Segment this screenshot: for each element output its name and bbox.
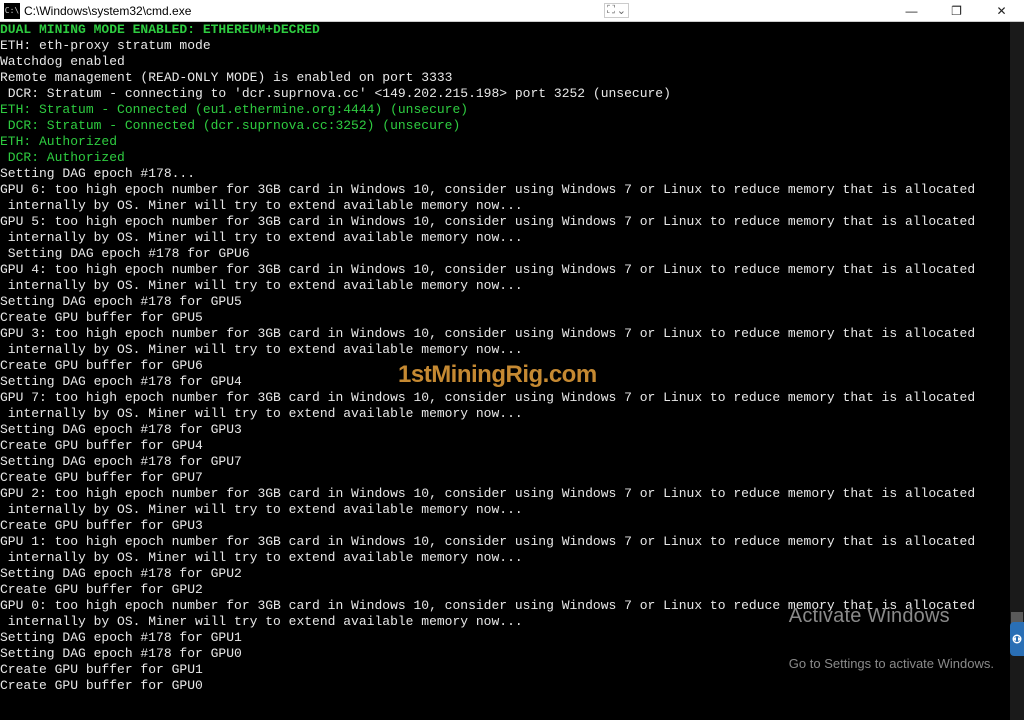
terminal-line: Setting DAG epoch #178... <box>0 166 1024 182</box>
app-icon: C:\ <box>4 3 20 19</box>
chevron-down-icon: ⌄ <box>617 4 626 17</box>
terminal-line: GPU 1: too high epoch number for 3GB car… <box>0 534 1024 566</box>
minimize-button[interactable]: — <box>889 0 934 22</box>
terminal-line: Create GPU buffer for GPU4 <box>0 438 1024 454</box>
terminal-line: DCR: Stratum - Connected (dcr.suprnova.c… <box>0 118 1024 134</box>
terminal-line: Create GPU buffer for GPU7 <box>0 470 1024 486</box>
title-bar[interactable]: C:\ C:\Windows\system32\cmd.exe ⛶ ⌄ — ❐ … <box>0 0 1024 22</box>
terminal-line: ETH: eth-proxy stratum mode <box>0 38 1024 54</box>
close-button[interactable]: ✕ <box>979 0 1024 22</box>
window-buttons: — ❐ ✕ <box>889 0 1024 22</box>
maximize-button[interactable]: ❐ <box>934 0 979 22</box>
terminal-line: GPU 3: too high epoch number for 3GB car… <box>0 326 1024 358</box>
terminal-line: Setting DAG epoch #178 for GPU5 <box>0 294 1024 310</box>
terminal-line: DUAL MINING MODE ENABLED: ETHEREUM+DECRE… <box>0 22 1024 38</box>
cmd-window: C:\ C:\Windows\system32\cmd.exe ⛶ ⌄ — ❐ … <box>0 0 1024 720</box>
terminal-line: GPU 5: too high epoch number for 3GB car… <box>0 214 1024 246</box>
terminal-line: Setting DAG epoch #178 for GPU3 <box>0 422 1024 438</box>
terminal-line: Setting DAG epoch #178 for GPU6 <box>0 246 1024 262</box>
terminal-line: Setting DAG epoch #178 for GPU7 <box>0 454 1024 470</box>
terminal-line: Create GPU buffer for GPU5 <box>0 310 1024 326</box>
activate-windows-watermark: Activate Windows Go to Settings to activ… <box>789 576 994 704</box>
scrollbar-track[interactable] <box>1010 22 1024 720</box>
maximize-icon: ❐ <box>951 4 962 18</box>
window-title: C:\Windows\system32\cmd.exe <box>24 4 191 18</box>
terminal-line: ETH: Authorized <box>0 134 1024 150</box>
terminal-line: ETH: Stratum - Connected (eu1.ethermine.… <box>0 102 1024 118</box>
terminal-line: DCR: Stratum - connecting to 'dcr.suprno… <box>0 86 1024 102</box>
watermark-overlay: 1stMiningRig.com <box>398 367 597 383</box>
title-mid-widget[interactable]: ⛶ ⌄ <box>604 3 629 18</box>
terminal-line: GPU 6: too high epoch number for 3GB car… <box>0 182 1024 214</box>
expand-icon: ⛶ <box>607 4 615 17</box>
activate-heading: Activate Windows <box>789 608 994 624</box>
terminal-line: Create GPU buffer for GPU3 <box>0 518 1024 534</box>
teamviewer-icon <box>1012 634 1022 644</box>
minimize-icon: — <box>906 4 918 18</box>
terminal-line: Watchdog enabled <box>0 54 1024 70</box>
terminal-output[interactable]: DUAL MINING MODE ENABLED: ETHEREUM+DECRE… <box>0 22 1024 720</box>
terminal-line: GPU 2: too high epoch number for 3GB car… <box>0 486 1024 518</box>
teamviewer-side-tab[interactable] <box>1010 622 1024 656</box>
close-icon: ✕ <box>996 4 1006 18</box>
terminal-line: Remote management (READ-ONLY MODE) is en… <box>0 70 1024 86</box>
terminal-line: GPU 4: too high epoch number for 3GB car… <box>0 262 1024 294</box>
activate-subtext: Go to Settings to activate Windows. <box>789 656 994 672</box>
terminal-line: GPU 7: too high epoch number for 3GB car… <box>0 390 1024 422</box>
terminal-line: DCR: Authorized <box>0 150 1024 166</box>
